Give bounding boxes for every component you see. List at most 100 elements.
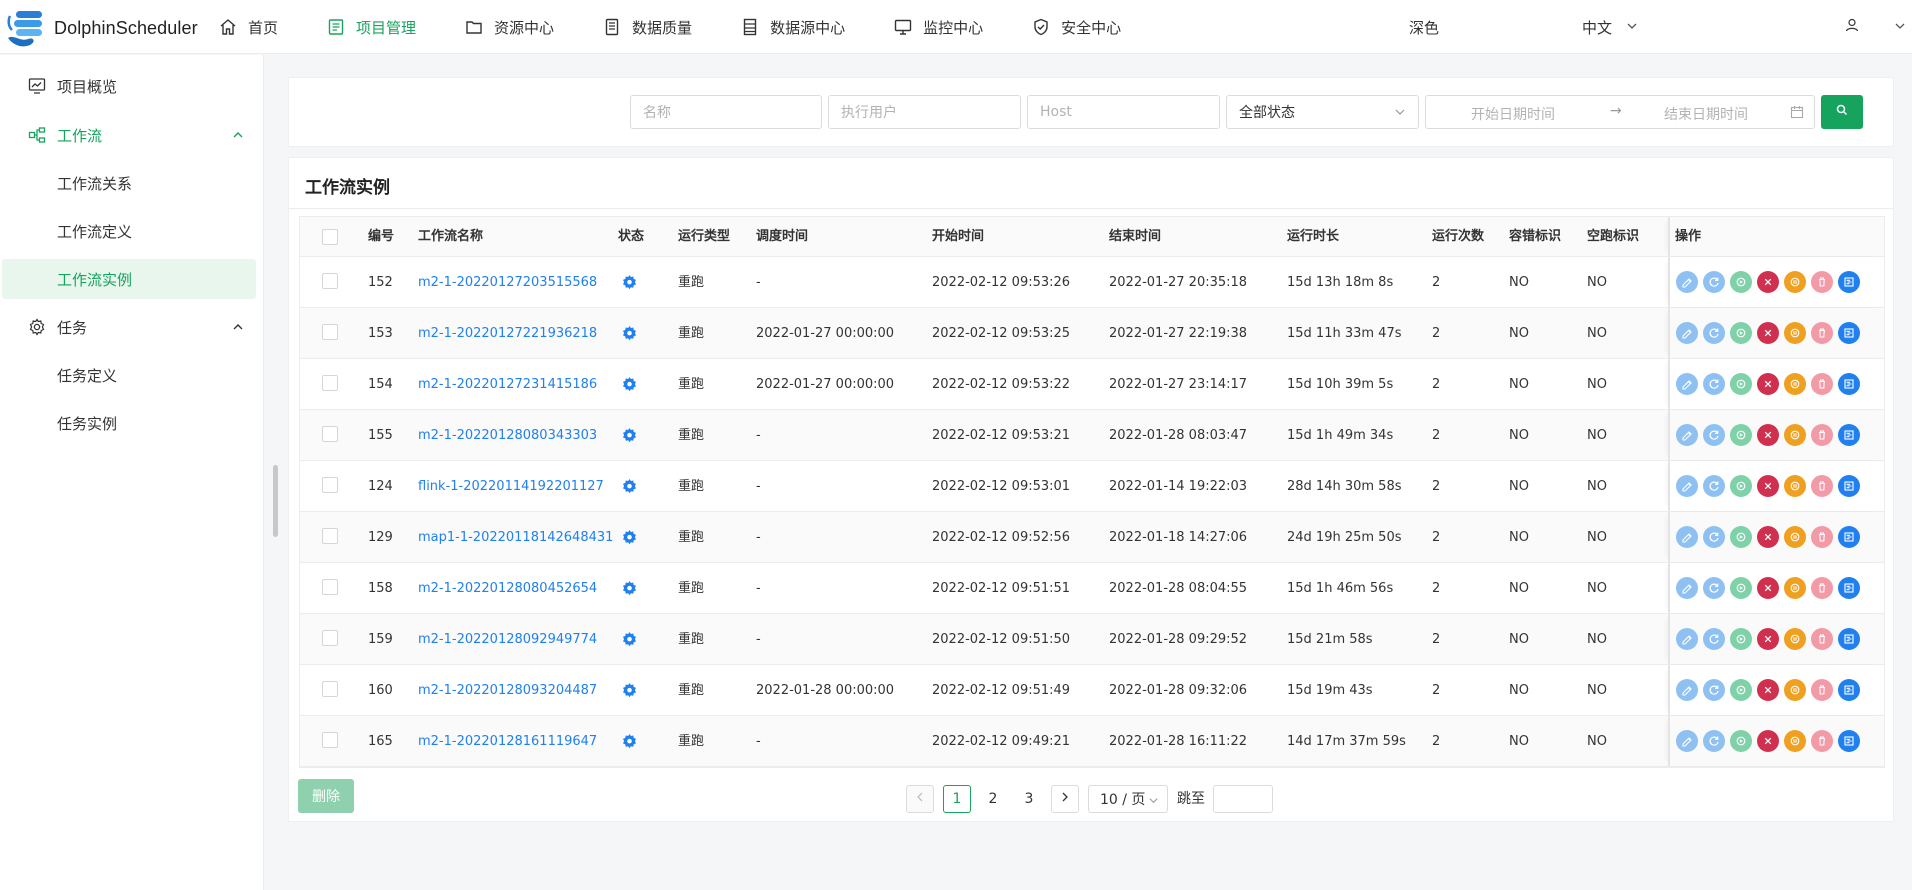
rerun-button[interactable]	[1703, 475, 1725, 497]
batch-delete-button[interactable]: 删除	[298, 779, 354, 813]
pause-button[interactable]	[1784, 322, 1806, 344]
sidebar-item-task-definition[interactable]: 任务定义	[0, 355, 264, 395]
cell-workflow-name-link[interactable]: m2-1-20220128093204487	[418, 665, 597, 716]
edit-button[interactable]	[1676, 475, 1698, 497]
date-range-picker[interactable]: 开始日期时间 → 结束日期时间	[1425, 95, 1815, 129]
row-checkbox[interactable]	[322, 732, 338, 748]
nav-security-center[interactable]: 安全中心	[1031, 0, 1121, 54]
prev-page-button[interactable]	[906, 785, 934, 813]
delete-button[interactable]	[1811, 322, 1833, 344]
gantt-button[interactable]	[1838, 679, 1860, 701]
edit-button[interactable]	[1676, 526, 1698, 548]
cell-workflow-name-link[interactable]: m2-1-20220128080343303	[418, 410, 597, 461]
pause-button[interactable]	[1784, 475, 1806, 497]
brand-logo[interactable]: DolphinScheduler	[6, 8, 198, 48]
row-checkbox[interactable]	[322, 630, 338, 646]
page-size-select[interactable]: 10 / 页	[1088, 785, 1168, 813]
row-checkbox[interactable]	[322, 528, 338, 544]
gantt-button[interactable]	[1838, 526, 1860, 548]
page-2-button[interactable]: 2	[979, 785, 1007, 813]
delete-button[interactable]	[1811, 271, 1833, 293]
edit-button[interactable]	[1676, 271, 1698, 293]
rerun-button[interactable]	[1703, 271, 1725, 293]
row-checkbox[interactable]	[322, 477, 338, 493]
user-icon[interactable]	[1845, 18, 1861, 34]
gantt-button[interactable]	[1838, 322, 1860, 344]
rerun-button[interactable]	[1703, 679, 1725, 701]
stop-button[interactable]	[1757, 526, 1779, 548]
sidebar-item-workflow-definition[interactable]: 工作流定义	[0, 211, 264, 251]
next-page-button[interactable]	[1051, 785, 1079, 813]
delete-button[interactable]	[1811, 730, 1833, 752]
row-checkbox[interactable]	[322, 579, 338, 595]
sidebar-item-task-instance[interactable]: 任务实例	[0, 403, 264, 443]
edit-button[interactable]	[1676, 373, 1698, 395]
end-date-input[interactable]: 结束日期时间	[1664, 104, 1748, 124]
state-select[interactable]: 全部状态	[1226, 95, 1419, 129]
recover-button[interactable]	[1730, 628, 1752, 650]
rerun-button[interactable]	[1703, 730, 1725, 752]
gantt-button[interactable]	[1838, 475, 1860, 497]
stop-button[interactable]	[1757, 322, 1779, 344]
pause-button[interactable]	[1784, 679, 1806, 701]
rerun-button[interactable]	[1703, 628, 1725, 650]
rerun-button[interactable]	[1703, 322, 1725, 344]
sidebar-item-workflow-instance[interactable]: 工作流实例	[2, 259, 256, 299]
pause-button[interactable]	[1784, 424, 1806, 446]
cell-workflow-name-link[interactable]: m2-1-20220127231415186	[418, 359, 597, 410]
recover-button[interactable]	[1730, 475, 1752, 497]
rerun-button[interactable]	[1703, 373, 1725, 395]
edit-button[interactable]	[1676, 424, 1698, 446]
theme-toggle[interactable]: 深色	[1409, 17, 1449, 38]
nav-monitor-center[interactable]: 监控中心	[893, 0, 983, 54]
delete-button[interactable]	[1811, 577, 1833, 599]
page-3-button[interactable]: 3	[1015, 785, 1043, 813]
rerun-button[interactable]	[1703, 577, 1725, 599]
row-checkbox[interactable]	[322, 324, 338, 340]
delete-button[interactable]	[1811, 373, 1833, 395]
search-button[interactable]	[1821, 95, 1863, 129]
sidebar-item-workflow-relation[interactable]: 工作流关系	[0, 163, 264, 203]
cell-workflow-name-link[interactable]: m2-1-20220128080452654	[418, 563, 597, 614]
pause-button[interactable]	[1784, 730, 1806, 752]
cell-workflow-name-link[interactable]: map1-1-20220118142648431	[418, 512, 613, 563]
pause-button[interactable]	[1784, 577, 1806, 599]
nav-home[interactable]: 首页	[218, 0, 278, 54]
name-search-input[interactable]: 名称	[630, 95, 822, 129]
recover-button[interactable]	[1730, 577, 1752, 599]
edit-button[interactable]	[1676, 679, 1698, 701]
edit-button[interactable]	[1676, 322, 1698, 344]
sidebar-group-task[interactable]: 任务	[0, 307, 264, 347]
stop-button[interactable]	[1757, 628, 1779, 650]
stop-button[interactable]	[1757, 424, 1779, 446]
host-search-input[interactable]: Host	[1027, 95, 1220, 129]
gantt-button[interactable]	[1838, 373, 1860, 395]
recover-button[interactable]	[1730, 322, 1752, 344]
cell-workflow-name-link[interactable]: flink-1-20220114192201127	[418, 461, 604, 512]
sidebar-item-project-overview[interactable]: 项目概览	[0, 66, 264, 106]
stop-button[interactable]	[1757, 373, 1779, 395]
stop-button[interactable]	[1757, 730, 1779, 752]
row-checkbox[interactable]	[322, 681, 338, 697]
cell-workflow-name-link[interactable]: m2-1-20220128161119647	[418, 716, 597, 767]
nav-project-management[interactable]: 项目管理	[326, 0, 416, 54]
stop-button[interactable]	[1757, 577, 1779, 599]
row-checkbox[interactable]	[322, 375, 338, 391]
rerun-button[interactable]	[1703, 526, 1725, 548]
cell-workflow-name-link[interactable]: m2-1-20220127221936218	[418, 308, 597, 359]
delete-button[interactable]	[1811, 424, 1833, 446]
pause-button[interactable]	[1784, 271, 1806, 293]
pause-button[interactable]	[1784, 373, 1806, 395]
pause-button[interactable]	[1784, 628, 1806, 650]
row-checkbox[interactable]	[322, 273, 338, 289]
sidebar-scrollbar[interactable]	[273, 465, 278, 537]
jump-to-page-input[interactable]	[1213, 785, 1273, 813]
delete-button[interactable]	[1811, 628, 1833, 650]
stop-button[interactable]	[1757, 271, 1779, 293]
pause-button[interactable]	[1784, 526, 1806, 548]
executor-search-input[interactable]: 执行用户	[828, 95, 1021, 129]
recover-button[interactable]	[1730, 373, 1752, 395]
nav-data-quality[interactable]: 数据质量	[602, 0, 692, 54]
gantt-button[interactable]	[1838, 577, 1860, 599]
nav-datasource-center[interactable]: 数据源中心	[740, 0, 845, 54]
